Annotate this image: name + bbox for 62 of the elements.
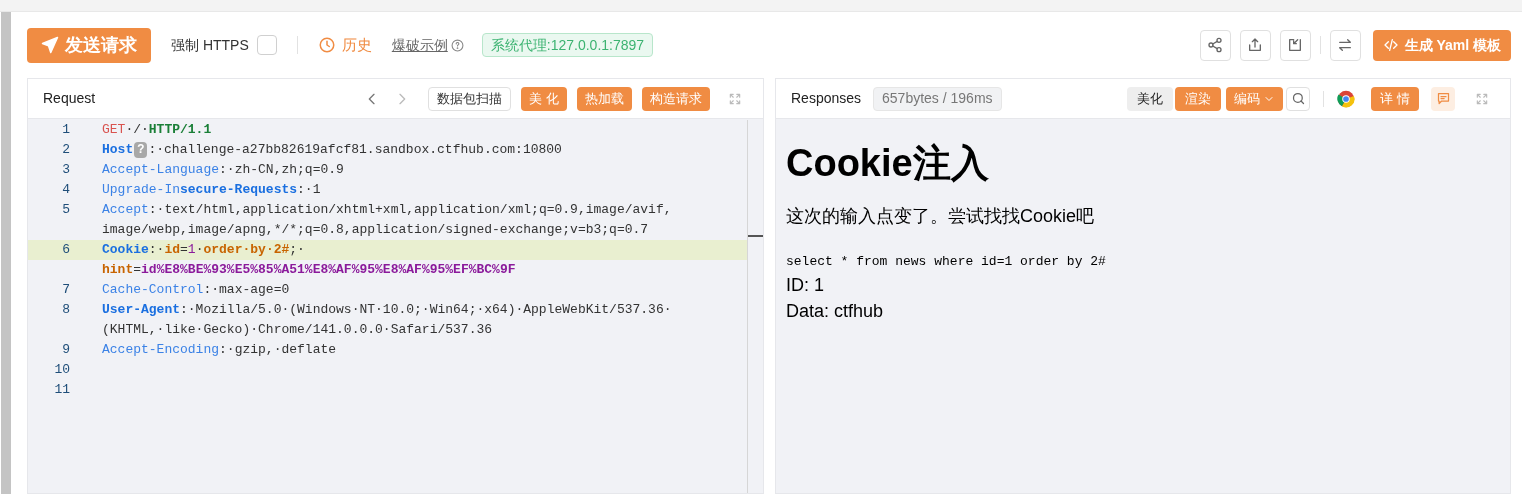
expand-icon[interactable] [1475, 91, 1489, 106]
result-line: Data: ctfhub [786, 299, 885, 323]
code-line: Cookie:·id=1·order·by·2#;· [102, 241, 305, 259]
browser-icon[interactable] [1337, 89, 1356, 108]
expand-icon[interactable] [728, 91, 742, 106]
https-label: 强制 HTTPS [171, 35, 249, 55]
stats-badge: 657bytes / 196ms [873, 86, 1002, 111]
toolbar-button[interactable]: 美 化 [521, 86, 567, 111]
view-tab[interactable]: 美化 [1127, 86, 1174, 111]
encoding-dropdown[interactable]: 编码 [1226, 86, 1284, 111]
history-button[interactable]: 历史 [317, 33, 372, 57]
panel-title: Responses [791, 89, 862, 108]
send-button[interactable]: 发送请求 [27, 27, 151, 63]
line-number: 9 [62, 342, 70, 357]
page-heading: Cookie注入 [786, 141, 990, 185]
code-line: Accept:·text/html,application/xhtml+xml,application/xml;q=0.9,image/avif, [102, 201, 672, 219]
code-line: Upgrade-Insecure-Requests:·1 [102, 181, 321, 199]
code-line: (KHTML,·like·Gecko)·Chrome/141.0.0.0·Safari/537.36 [102, 321, 493, 339]
code-line: Host ? :·challenge-a27bb82619afcf81.sandbox.ctfhub.com:10800 [102, 141, 562, 160]
code-line: GET·/·HTTP/1.1 [102, 121, 212, 139]
line-number: 8 [62, 302, 70, 317]
line-number: 4 [62, 182, 70, 197]
toolbar-button[interactable]: 热加载 [577, 86, 632, 111]
details-button[interactable]: 详 情 [1371, 86, 1419, 111]
code-line: Accept-Language:·zh-CN,zh;q=0.9 [102, 161, 344, 179]
page-text: 这次的输入点变了。尝试找找Cookie吧 [786, 205, 1096, 228]
line-number: 2 [62, 142, 70, 157]
swap-icon[interactable] [1337, 37, 1354, 53]
code-line: User-Agent:·Mozilla/5.0·(Windows·NT·10.0;·Win64;·x64)·AppleWebKit/537.36· [102, 301, 672, 319]
proxy-badge: 系统代理:127.0.0.1:7897 [481, 33, 654, 57]
code-icon[interactable] [1382, 37, 1399, 53]
code-line: Accept-Encoding:·gzip,·deflate [102, 341, 337, 359]
scrollbar[interactable] [1, 12, 11, 494]
search-icon[interactable] [1290, 91, 1306, 106]
code-line: Cache-Control:·max-age=0 [102, 281, 290, 299]
line-number: 5 [62, 202, 70, 217]
help-icon[interactable] [450, 38, 464, 52]
line-number: 1 [62, 122, 70, 137]
brute-example-link[interactable]: 爆破示例 [391, 34, 448, 56]
panel-title: Request [43, 89, 96, 108]
hint-badge: ? [134, 142, 148, 158]
import-icon[interactable] [1287, 37, 1304, 53]
paper-plane-icon[interactable] [41, 36, 59, 54]
clock-icon[interactable] [317, 36, 336, 54]
yaml-template-button[interactable]: 生成 Yaml 模板 [1372, 29, 1511, 61]
sql-query: select * from news where id=1 order by 2# [786, 253, 1107, 271]
toolbar-button[interactable]: 构造请求 [642, 86, 710, 111]
line-number: 7 [62, 282, 70, 297]
comment-icon[interactable] [1435, 91, 1451, 106]
share-icon[interactable] [1207, 37, 1224, 53]
view-tab[interactable]: 渲染 [1175, 86, 1222, 111]
https-checkbox[interactable] [256, 35, 277, 55]
scroll-marker [748, 235, 763, 237]
code-line: hint=id%E8%BE%93%E5%85%A51%E8%AF%95%E8%AF%95%EF%BC%9F [102, 261, 516, 279]
line-number: 6 [62, 242, 70, 257]
upload-icon[interactable] [1247, 37, 1264, 53]
line-number: 3 [62, 162, 70, 177]
line-number: 10 [54, 362, 70, 377]
code-line: image/webp,image/apng,*/*;q=0.8,application/signed-exchange;v=b3;q=0.7 [102, 221, 649, 239]
result-line: ID: 1 [786, 273, 825, 297]
toolbar-button[interactable]: 数据包扫描 [428, 86, 512, 111]
line-number: 11 [54, 382, 70, 397]
